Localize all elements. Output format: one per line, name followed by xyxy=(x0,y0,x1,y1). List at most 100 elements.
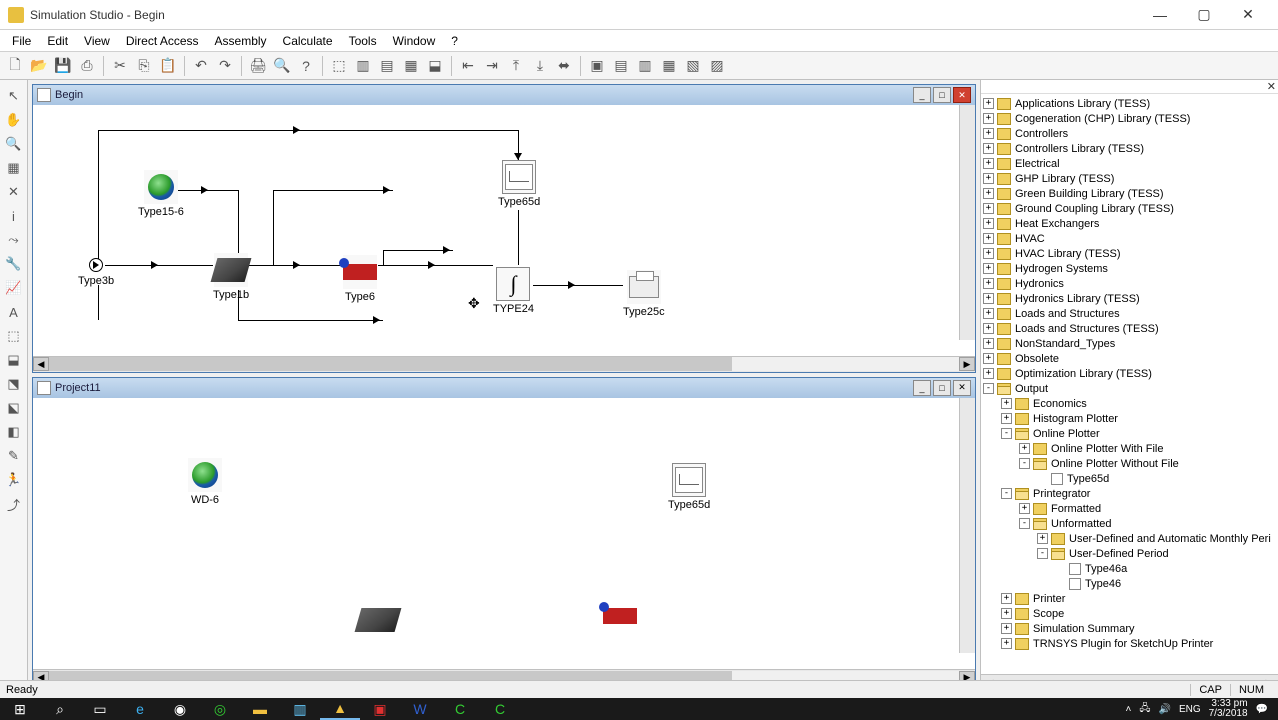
link-tool[interactable]: ⤳ xyxy=(2,229,26,251)
node-type65d-p11[interactable]: Type65d xyxy=(668,463,710,511)
chart-tool[interactable]: 📈 xyxy=(2,277,26,299)
subwin-minimize-button[interactable]: _ xyxy=(913,380,931,396)
tree-item[interactable]: +Obsolete xyxy=(981,351,1278,366)
tree-expander[interactable]: + xyxy=(983,173,994,184)
group-f-button[interactable]: ▨ xyxy=(706,55,728,77)
node-type24[interactable]: ∫ TYPE24 xyxy=(493,267,534,315)
word-icon[interactable]: W xyxy=(400,698,440,720)
tree-expander[interactable]: - xyxy=(1019,458,1030,469)
tree-expander[interactable]: - xyxy=(1001,428,1012,439)
tree-expander[interactable]: - xyxy=(1037,548,1048,559)
tree-item[interactable]: +Scope xyxy=(981,606,1278,621)
tray-network-icon[interactable]: 🖧 xyxy=(1139,701,1150,718)
tray-notifications-icon[interactable]: 💬 xyxy=(1256,704,1268,715)
node-type15-6[interactable]: Type15-6 xyxy=(138,170,184,218)
tree-expander[interactable]: + xyxy=(1019,443,1030,454)
scroll-left-button[interactable]: ◀ xyxy=(33,357,49,371)
tray-date[interactable]: 7/3/2018 xyxy=(1209,709,1248,719)
tree-expander[interactable]: - xyxy=(1001,488,1012,499)
redo-button[interactable]: ↷ xyxy=(214,55,236,77)
tree-item[interactable]: +Loads and Structures (TESS) xyxy=(981,321,1278,336)
canvas-project11[interactable]: WD-6 Type65d xyxy=(33,398,975,669)
subwindow-begin-titlebar[interactable]: Begin _ □ ✕ xyxy=(33,85,975,105)
t4-tool[interactable]: ⬔ xyxy=(2,373,26,395)
zoom-tool[interactable]: 🔍 xyxy=(2,133,26,155)
copy-button[interactable]: ⎘ xyxy=(133,55,155,77)
tree-expander[interactable]: + xyxy=(983,278,994,289)
tray-volume-icon[interactable]: 🔊 xyxy=(1158,704,1170,715)
tree-item[interactable]: +Heat Exchangers xyxy=(981,216,1278,231)
tree-expander[interactable]: - xyxy=(1019,518,1030,529)
paste-button[interactable]: 📋 xyxy=(157,55,179,77)
tree-expander[interactable] xyxy=(1037,473,1048,484)
tree-item[interactable]: +Electrical xyxy=(981,156,1278,171)
menu-window[interactable]: Window xyxy=(385,32,444,50)
pointer-tool[interactable]: ↖ xyxy=(2,85,26,107)
subwin-maximize-button[interactable]: □ xyxy=(933,87,951,103)
node-type1b[interactable]: Type1b xyxy=(213,253,249,301)
tree-expander[interactable]: + xyxy=(1001,623,1012,634)
node-type65d[interactable]: Type65d xyxy=(498,160,540,208)
explorer-icon[interactable]: ▬ xyxy=(240,698,280,720)
tree-expander[interactable]: + xyxy=(983,158,994,169)
save-all-button[interactable]: ⎙ xyxy=(76,55,98,77)
tree-item[interactable]: Type65d xyxy=(981,471,1278,486)
print-preview-button[interactable]: 🔍 xyxy=(271,55,293,77)
tree-expander[interactable]: + xyxy=(983,323,994,334)
menu-file[interactable]: File xyxy=(4,32,39,50)
t2-tool[interactable]: ⬚ xyxy=(2,325,26,347)
tree-item[interactable]: +Loads and Structures xyxy=(981,306,1278,321)
subwin-minimize-button[interactable]: _ xyxy=(913,87,931,103)
app-c2-icon[interactable]: C xyxy=(480,698,520,720)
tree-expander[interactable]: - xyxy=(983,383,994,394)
node-heater-partial[interactable] xyxy=(603,608,637,624)
tool-a-button[interactable]: ⬚ xyxy=(328,55,350,77)
cut-button[interactable]: ✂ xyxy=(109,55,131,77)
tree-item[interactable]: +Cogeneration (CHP) Library (TESS) xyxy=(981,111,1278,126)
tree-expander[interactable]: + xyxy=(983,233,994,244)
tree-item[interactable]: +TRNSYS Plugin for SketchUp Printer xyxy=(981,636,1278,651)
tree-expander[interactable]: + xyxy=(983,308,994,319)
node-panel-partial[interactable] xyxy=(358,608,398,632)
canvas-begin[interactable]: Type15-6 Type3b Type1b Type6 Type65d xyxy=(33,105,975,356)
text-tool[interactable]: A xyxy=(2,301,26,323)
export-tool[interactable]: ⤴ xyxy=(2,493,26,515)
align-right-button[interactable]: ⇥ xyxy=(481,55,503,77)
menu-direct-access[interactable]: Direct Access xyxy=(118,32,207,50)
tree-item[interactable]: +NonStandard_Types xyxy=(981,336,1278,351)
menu-view[interactable]: View xyxy=(76,32,118,50)
print-button[interactable]: 🖨 xyxy=(247,55,269,77)
tree-expander[interactable]: + xyxy=(983,143,994,154)
tree-item[interactable]: +Controllers Library (TESS) xyxy=(981,141,1278,156)
tree-expander[interactable]: + xyxy=(983,293,994,304)
tree-expander[interactable]: + xyxy=(1037,533,1048,544)
tree-item[interactable]: +Green Building Library (TESS) xyxy=(981,186,1278,201)
tree-item[interactable]: -Output xyxy=(981,381,1278,396)
run-tool[interactable]: 🏃 xyxy=(2,469,26,491)
tree-expander[interactable]: + xyxy=(983,338,994,349)
tree-expander[interactable]: + xyxy=(983,98,994,109)
tree-item[interactable]: +Hydronics xyxy=(981,276,1278,291)
tree-item[interactable]: +User-Defined and Automatic Monthly Peri xyxy=(981,531,1278,546)
align-left-button[interactable]: ⇤ xyxy=(457,55,479,77)
save-button[interactable]: 💾 xyxy=(52,55,74,77)
tree-expander[interactable]: + xyxy=(983,263,994,274)
edge-icon[interactable]: e xyxy=(120,698,160,720)
menu-tools[interactable]: Tools xyxy=(341,32,385,50)
node-type3b[interactable]: Type3b xyxy=(78,275,114,287)
hand-tool[interactable]: ✋ xyxy=(2,109,26,131)
tree-expander[interactable]: + xyxy=(983,368,994,379)
tree-item[interactable]: +GHP Library (TESS) xyxy=(981,171,1278,186)
tree-expander[interactable] xyxy=(1055,578,1066,589)
tool-c-button[interactable]: ▤ xyxy=(376,55,398,77)
tree-item[interactable]: +Online Plotter With File xyxy=(981,441,1278,456)
node-type25c[interactable]: Type25c xyxy=(623,270,665,318)
camtasia-icon[interactable]: C xyxy=(440,698,480,720)
tree-item[interactable]: +Printer xyxy=(981,591,1278,606)
subwin-close-button[interactable]: ✕ xyxy=(953,87,971,103)
tree-item[interactable]: +HVAC xyxy=(981,231,1278,246)
tree-item[interactable]: +Economics xyxy=(981,396,1278,411)
distribute-h-button[interactable]: ⬌ xyxy=(553,55,575,77)
start-node-icon[interactable] xyxy=(89,258,103,272)
tree-item[interactable]: +Applications Library (TESS) xyxy=(981,96,1278,111)
